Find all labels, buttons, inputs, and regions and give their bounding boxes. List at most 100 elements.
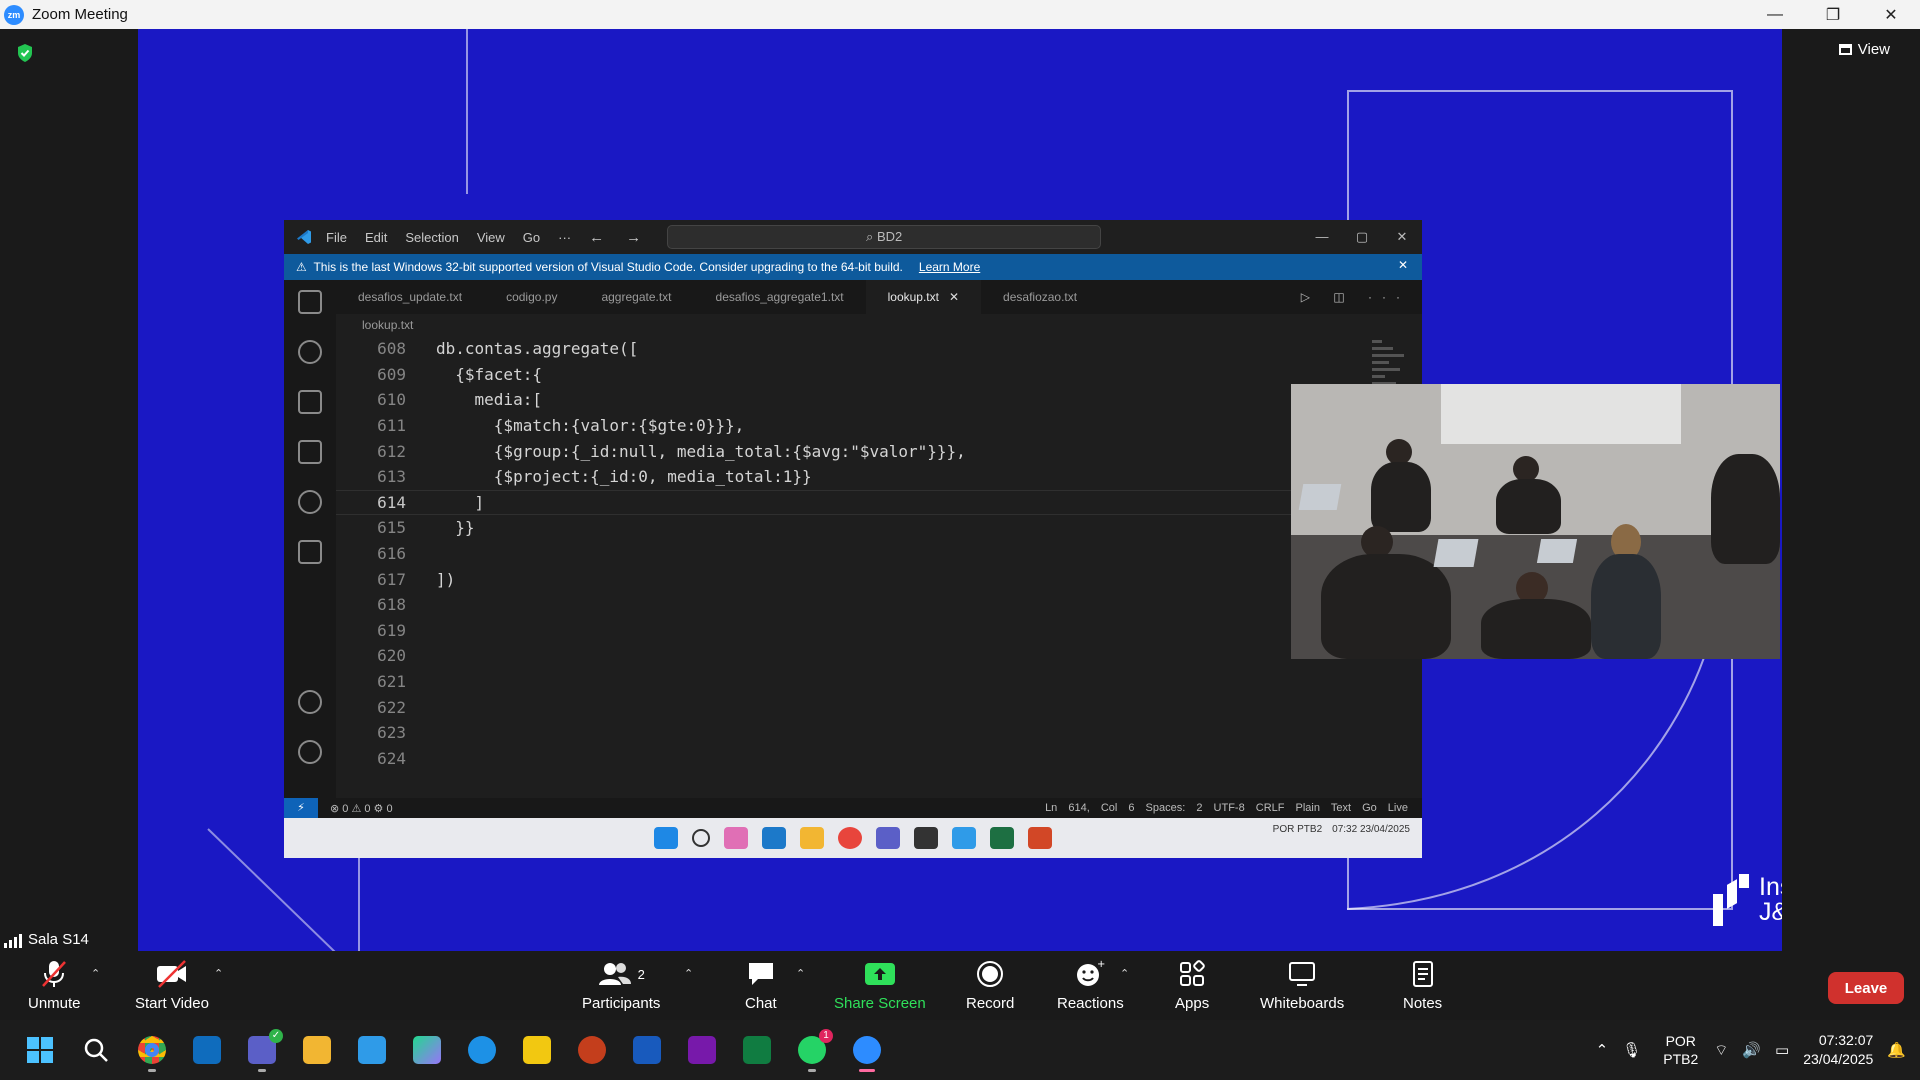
taskbar-word[interactable] <box>631 1034 663 1066</box>
show-hidden-icons-chevron-icon[interactable]: ⌃ <box>1596 1041 1609 1059</box>
vscode-minimize-button[interactable]: — <box>1302 220 1342 254</box>
taskbar-vscode[interactable] <box>356 1034 388 1066</box>
tab-file[interactable]: desafios_aggregate1.txt <box>694 280 866 314</box>
accounts-icon[interactable] <box>298 690 322 714</box>
code-line[interactable]: 619 <box>336 618 1362 644</box>
start-video-button[interactable]: Start Video <box>135 959 209 1012</box>
code-line[interactable]: 616 <box>336 541 1362 567</box>
taskbar-excel[interactable] <box>741 1034 773 1066</box>
security-shield-icon[interactable] <box>16 43 34 63</box>
vscode-maximize-button[interactable]: ▢ <box>1342 220 1382 254</box>
tab-active-file[interactable]: lookup.txt ✕ <box>865 280 982 314</box>
taskbar-powerpoint[interactable] <box>576 1034 608 1066</box>
taskbar-powerbi[interactable] <box>521 1034 553 1066</box>
clock[interactable]: 07:32:07 23/04/2025 <box>1803 1031 1873 1069</box>
chat-button[interactable]: Chat <box>745 959 777 1012</box>
menu-selection[interactable]: Selection <box>405 230 458 245</box>
view-button[interactable]: View <box>1838 41 1890 58</box>
github-icon[interactable] <box>298 490 322 514</box>
notifications-bell-icon[interactable]: 🔔 <box>1887 1041 1906 1059</box>
record-button[interactable]: Record <box>966 959 1014 1012</box>
learn-more-link[interactable]: Learn More <box>919 260 980 274</box>
command-center-search[interactable]: ⌕ BD2 <box>667 225 1102 249</box>
close-button[interactable]: ✕ <box>1862 0 1920 29</box>
vscode-close-button[interactable]: ✕ <box>1382 220 1422 254</box>
menu-more[interactable]: ··· <box>558 230 571 245</box>
tab-file[interactable]: aggregate.txt <box>579 280 693 314</box>
battery-icon[interactable]: ▭ <box>1775 1041 1789 1059</box>
code-line[interactable]: 608 db.contas.aggregate([ <box>336 336 1362 362</box>
code-line[interactable]: 609 {$facet:{ <box>336 362 1362 388</box>
search-icon[interactable] <box>298 340 322 364</box>
reactions-button[interactable]: + Reactions <box>1057 959 1124 1012</box>
taskbar-whatsapp[interactable]: 1 <box>796 1029 833 1072</box>
code-line[interactable]: 621 <box>336 669 1362 695</box>
taskbar-chrome[interactable] <box>136 1034 168 1072</box>
video-options-chevron-icon[interactable]: ⌃ <box>214 967 223 980</box>
participants-chevron-icon[interactable]: ⌃ <box>684 967 693 980</box>
microphone-in-use-icon[interactable]: 🎙 <box>1622 1041 1641 1059</box>
tab-file[interactable]: desafiozao.txt <box>981 280 1099 314</box>
editor-area[interactable]: desafios_update.txt codigo.py aggregate.… <box>336 280 1422 798</box>
notes-button[interactable]: Notes <box>1403 959 1442 1012</box>
unmute-button[interactable]: Unmute <box>28 959 81 1012</box>
tab-file[interactable]: codigo.py <box>484 280 579 314</box>
breadcrumb[interactable]: lookup.txt <box>336 314 1422 336</box>
participants-button[interactable]: 2 Participants <box>582 959 660 1012</box>
forward-arrow-icon[interactable]: → <box>626 229 641 246</box>
code-line[interactable]: 622 <box>336 694 1362 720</box>
cursor-status[interactable]: Ln 614, Col 6 Spaces: 2 UTF-8 CRLF Plain… <box>1045 802 1422 814</box>
close-tab-icon[interactable]: ✕ <box>949 290 959 304</box>
remote-indicator-icon[interactable]: ⚡ <box>284 798 318 818</box>
tab-file[interactable]: desafios_update.txt <box>336 280 484 314</box>
taskbar-datagrip[interactable] <box>411 1034 443 1066</box>
taskbar-file-explorer[interactable] <box>301 1034 333 1066</box>
volume-icon[interactable]: 🔊 <box>1742 1041 1761 1059</box>
code-line[interactable]: 610 media:[ <box>336 387 1362 413</box>
back-arrow-icon[interactable]: ← <box>589 229 604 246</box>
editor-actions[interactable]: ▷ ◫ ··· <box>1301 290 1422 304</box>
problems-status[interactable]: ⊗ 0 ⚠ 0 ⚙ 0 <box>330 802 393 815</box>
audio-options-chevron-icon[interactable]: ⌃ <box>91 967 100 980</box>
maximize-button[interactable]: ❐ <box>1804 0 1862 29</box>
leave-button[interactable]: Leave <box>1828 972 1904 1004</box>
code-line[interactable]: 611 {$match:{valor:{$gte:0}}}, <box>336 413 1362 439</box>
taskbar-zoom[interactable] <box>851 1034 883 1072</box>
code-line[interactable]: 617]) <box>336 566 1362 592</box>
run-debug-icon[interactable] <box>298 440 322 464</box>
participant-video[interactable] <box>1291 384 1780 659</box>
taskbar-search-button[interactable] <box>80 1034 112 1066</box>
code-editor[interactable]: 608 db.contas.aggregate([609 {$facet:{610… <box>336 336 1362 771</box>
code-line[interactable]: 614 ] <box>336 489 1362 516</box>
explorer-icon[interactable] <box>298 290 322 314</box>
source-control-icon[interactable] <box>298 390 322 414</box>
taskbar-docker[interactable] <box>466 1034 498 1066</box>
share-screen-button[interactable]: Share Screen <box>834 959 926 1012</box>
taskbar-onenote[interactable] <box>686 1034 718 1066</box>
code-line[interactable]: 615 }} <box>336 515 1362 541</box>
minimap-line <box>1372 361 1389 364</box>
minimize-button[interactable]: — <box>1746 0 1804 29</box>
settings-gear-icon[interactable] <box>298 740 322 764</box>
banner-close-icon[interactable]: ✕ <box>1398 258 1408 272</box>
code-line[interactable]: 612 {$group:{_id:null, media_total:{$avg… <box>336 438 1362 464</box>
taskbar-teams[interactable]: ✓ <box>246 1029 283 1072</box>
menu-edit[interactable]: Edit <box>365 230 387 245</box>
windows-start-button[interactable] <box>24 1034 56 1066</box>
chat-chevron-icon[interactable]: ⌃ <box>796 967 805 980</box>
extensions-icon[interactable] <box>298 540 322 564</box>
code-line[interactable]: 618 <box>336 592 1362 618</box>
menu-file[interactable]: File <box>326 230 347 245</box>
language-indicator[interactable]: POR PTB2 <box>1663 1032 1698 1068</box>
whiteboards-button[interactable]: Whiteboards <box>1260 959 1344 1012</box>
taskbar-outlook[interactable] <box>191 1034 223 1066</box>
apps-button[interactable]: Apps <box>1175 959 1209 1012</box>
menu-go[interactable]: Go <box>523 230 540 245</box>
wifi-icon[interactable]: ⌔ <box>1714 1041 1728 1060</box>
menu-view[interactable]: View <box>477 230 505 245</box>
code-line[interactable]: 623 <box>336 720 1362 746</box>
code-line[interactable]: 613 {$project:{_id:0, media_total:1}} <box>336 464 1362 490</box>
reactions-chevron-icon[interactable]: ⌃ <box>1120 967 1129 980</box>
code-line[interactable]: 620 <box>336 643 1362 669</box>
code-line[interactable]: 624 <box>336 746 1362 772</box>
